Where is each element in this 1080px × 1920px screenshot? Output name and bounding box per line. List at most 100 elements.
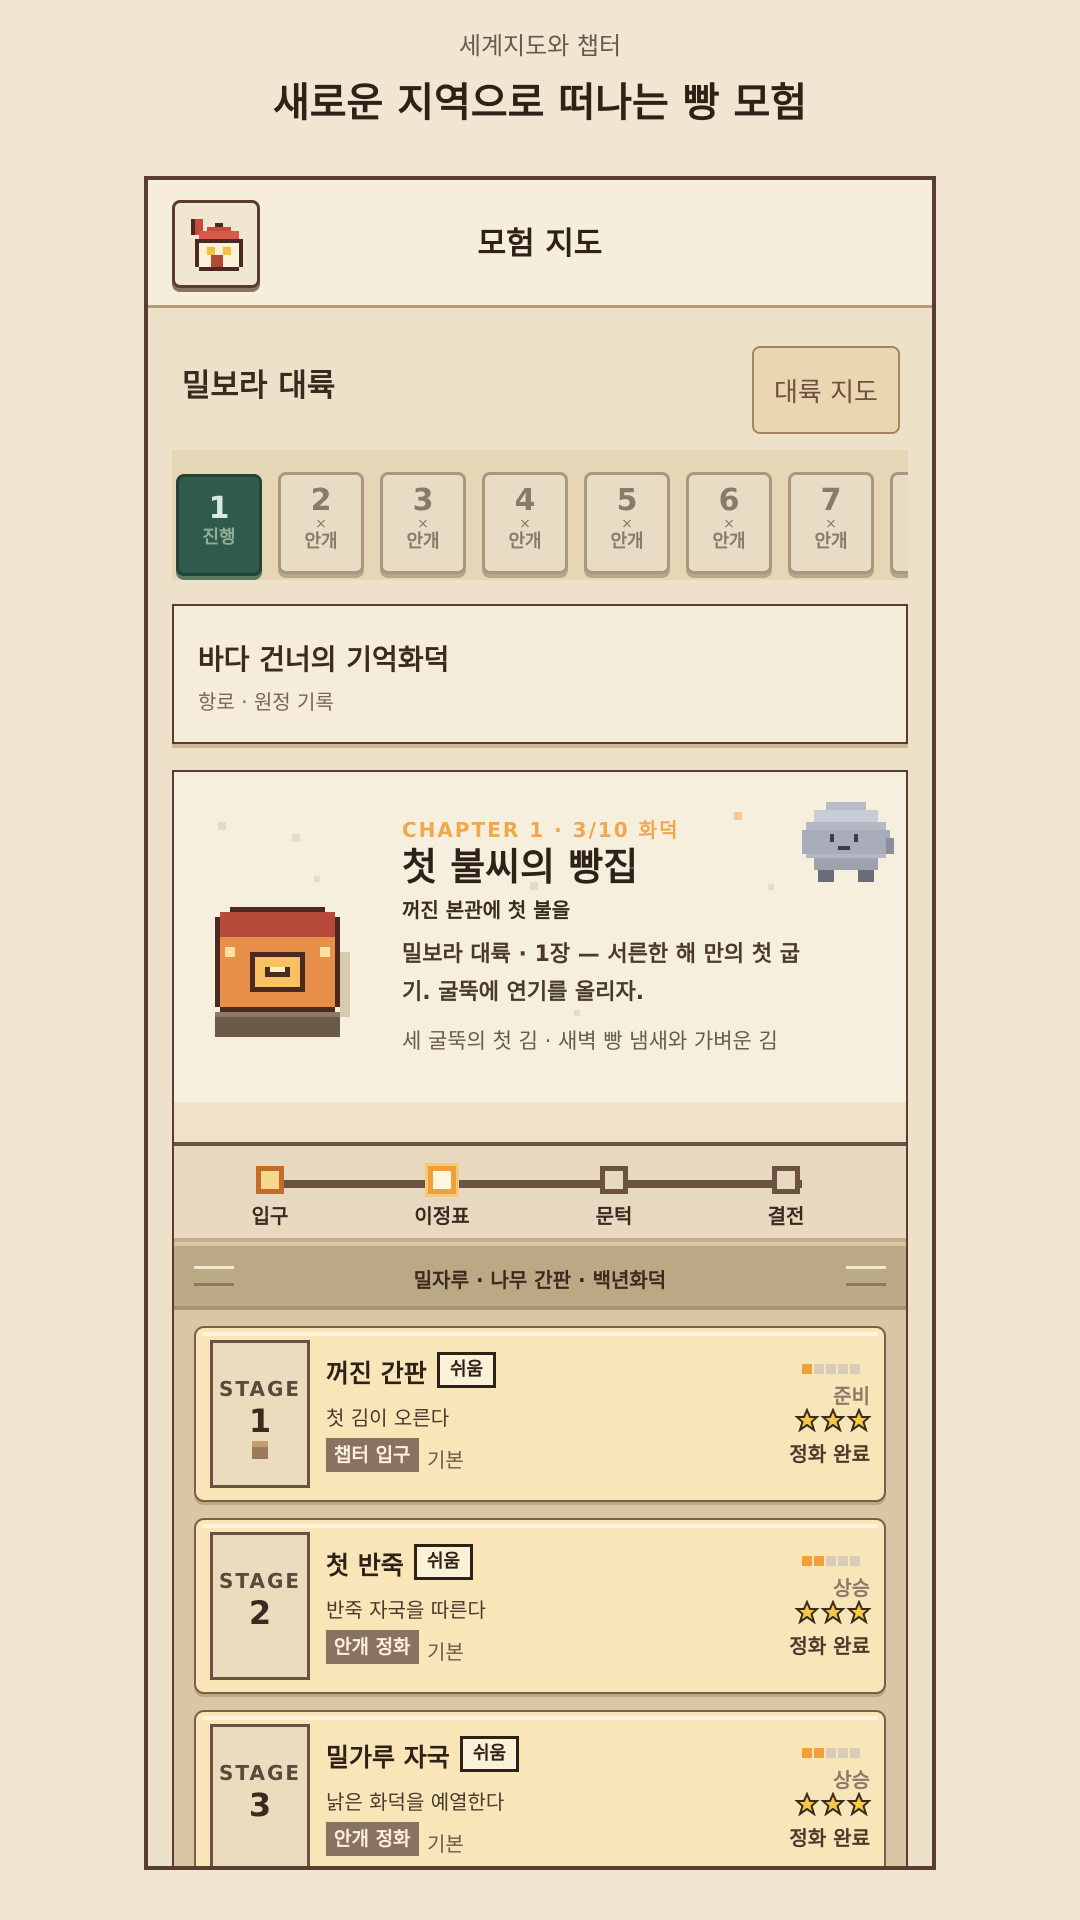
screen-title: 모험 지도 (477, 226, 603, 262)
stage-number-box: STAGE 1 (210, 1340, 310, 1488)
chapter-tab-number: 4 (514, 483, 536, 518)
chapter-tab-more[interactable] (890, 472, 908, 574)
stage-type: 기본 (427, 1832, 464, 1856)
star-rating-icon (794, 1791, 872, 1820)
memory-subtitle: 항로 · 원정 기록 (198, 690, 334, 714)
completion-status: 정화 완료 (789, 1442, 870, 1466)
chapter-description: 밀보라 대륙 · 1장 — 서른한 해 만의 첫 굽기. 굴뚝에 연기를 올리자… (402, 942, 800, 1005)
progress-node-3[interactable] (600, 1166, 628, 1194)
chapter-panel: CHAPTER 1 · 3/10 화덕 첫 불씨의 빵집 꺼진 본관에 첫 불을… (172, 770, 908, 1866)
lock-mark-icon: × (825, 516, 837, 532)
chapter-tab-number: 5 (616, 483, 638, 518)
chapter-tab-number: 3 (412, 483, 434, 518)
difficulty-meter (800, 1556, 872, 1566)
lock-mark-icon: × (519, 516, 531, 532)
stage-tag: 안개 정화 (326, 1822, 419, 1856)
page-subtitle: 세계지도와 챕터 (458, 32, 622, 60)
stage-tag: 챕터 입구 (326, 1438, 419, 1472)
lock-mark-icon: × (417, 516, 429, 532)
location-banner: 밀자루 · 나무 간판 · 백년화덕 (174, 1246, 906, 1310)
progress-node-label: 입구 (251, 1204, 289, 1228)
difficulty-meter (800, 1364, 872, 1374)
chapter-tab-6[interactable]: 6 × 안개 (686, 472, 772, 574)
page-title: 새로운 지역으로 떠나는 빵 모험 (272, 80, 808, 126)
stage-status: 상승 (833, 1768, 870, 1792)
difficulty-badge: 쉬움 (414, 1544, 474, 1580)
stage-type: 기본 (427, 1448, 464, 1472)
difficulty-meter (800, 1748, 872, 1758)
chapter-tab-5[interactable]: 5 × 안개 (584, 472, 670, 574)
stage-number: 3 (248, 1786, 272, 1824)
stage-label: STAGE (218, 1761, 302, 1785)
progress-line (282, 1180, 802, 1188)
adventure-map-screen: 모험 지도 밀보라 대륙 대륙 지도 1 진행 2 × 안개 3 × 안개 4 × 안개 5 × 안개 6 ×… (144, 176, 936, 1870)
stage-label: STAGE (218, 1569, 302, 1593)
stage-card-2[interactable]: STAGE 2 첫 반죽 쉬움반죽 자국을 따른다안개 정화 기본 상승정화 완료 (194, 1518, 886, 1694)
completion-status: 정화 완료 (789, 1634, 870, 1658)
stage-status: 준비 (833, 1384, 870, 1408)
progress-node-label: 이정표 (414, 1204, 470, 1228)
chapter-tab-3[interactable]: 3 × 안개 (380, 472, 466, 574)
stage-type: 기본 (427, 1640, 464, 1664)
lock-mark-icon: × (315, 516, 327, 532)
stage-number: 2 (248, 1594, 272, 1632)
chapter-progress-track: 입구 이정표 문턱 결전 (174, 1142, 906, 1242)
chapter-tab-status: 안개 (406, 531, 440, 552)
stage-name: 꺼진 간판 (326, 1359, 427, 1388)
stage-card-1[interactable]: STAGE 1 꺼진 간판 쉬움첫 김이 오른다챕터 입구 기본 준비정화 완료 (194, 1326, 886, 1502)
chapter-tab-status: 안개 (304, 531, 338, 552)
memory-card[interactable]: 바다 건너의 기억화덕 항로 · 원정 기록 (172, 604, 908, 744)
memory-title: 바다 건너의 기억화덕 (198, 643, 450, 676)
star-rating-icon (794, 1407, 872, 1436)
progress-node-1[interactable] (256, 1166, 284, 1194)
difficulty-badge: 쉬움 (460, 1736, 520, 1772)
chapter-tab-number: 7 (820, 483, 842, 518)
chapter-tab-status: 안개 (508, 531, 542, 552)
region-name: 밀보라 대륙 (182, 368, 336, 404)
stage-number-box: STAGE 2 (210, 1532, 310, 1680)
chapter-tab-strip[interactable]: 1 진행 2 × 안개 3 × 안개 4 × 안개 5 × 안개 6 × 안개 7 × 안개 (172, 450, 908, 580)
top-bar: 모험 지도 (148, 180, 932, 308)
chapter-tab-number: 1 (208, 491, 230, 526)
progress-node-4[interactable] (772, 1166, 800, 1194)
chapter-tab-7[interactable]: 7 × 안개 (788, 472, 874, 574)
chapter-tab-number: 6 (718, 483, 740, 518)
continent-map-button[interactable]: 대륙 지도 (752, 346, 900, 434)
chapter-tab-1[interactable]: 1 진행 (176, 474, 262, 576)
stage-label: STAGE (218, 1377, 302, 1401)
chapter-hero: CHAPTER 1 · 3/10 화덕 첫 불씨의 빵집 꺼진 본관에 첫 불을… (174, 772, 906, 1102)
stage-name: 밀가루 자국 (326, 1743, 450, 1772)
chapter-note: 세 굴뚝의 첫 김 · 새벽 빵 냄새와 가벼운 김 (402, 1029, 778, 1053)
chapter-tab-4[interactable]: 4 × 안개 (482, 472, 568, 574)
bakery-oven-icon (215, 907, 350, 1037)
chapter-tab-status: 안개 (814, 531, 848, 552)
dough-golem-icon (802, 802, 894, 882)
chapter-tab-status: 진행 (202, 527, 236, 548)
stage-description: 반죽 자국을 따른다 (326, 1598, 486, 1622)
region-header: 밀보라 대륙 대륙 지도 (148, 308, 932, 442)
stage-number-box: STAGE 3 (210, 1724, 310, 1866)
difficulty-badge: 쉬움 (437, 1352, 497, 1388)
progress-node-label: 결전 (767, 1204, 805, 1228)
stage-name: 첫 반죽 (326, 1551, 404, 1580)
stage-card-3[interactable]: STAGE 3 밀가루 자국 쉬움낡은 화덕을 예열한다안개 정화 기본 상승정화 완료 (194, 1710, 886, 1866)
star-rating-icon (794, 1599, 872, 1628)
current-marker-icon (252, 1441, 268, 1459)
chapter-tab-number: 2 (310, 483, 332, 518)
stage-description: 낡은 화덕을 예열한다 (326, 1790, 505, 1814)
stage-description: 첫 김이 오른다 (326, 1406, 450, 1430)
lock-mark-icon: × (621, 516, 633, 532)
chapter-tab-status: 안개 (712, 531, 746, 552)
chapter-tab-2[interactable]: 2 × 안개 (278, 472, 364, 574)
lock-mark-icon: × (723, 516, 735, 532)
chapter-subtitle: 꺼진 본관에 첫 불을 (402, 898, 571, 922)
progress-node-label: 문턱 (595, 1204, 633, 1228)
stage-tag: 안개 정화 (326, 1630, 419, 1664)
stage-status: 상승 (833, 1576, 870, 1600)
location-text: 밀자루 · 나무 간판 · 백년화덕 (413, 1268, 667, 1292)
chapter-tab-status: 안개 (610, 531, 644, 552)
completion-status: 정화 완료 (789, 1826, 870, 1850)
chapter-title: 첫 불씨의 빵집 (402, 845, 639, 889)
progress-node-2[interactable] (428, 1166, 456, 1194)
stage-number: 1 (248, 1402, 272, 1440)
